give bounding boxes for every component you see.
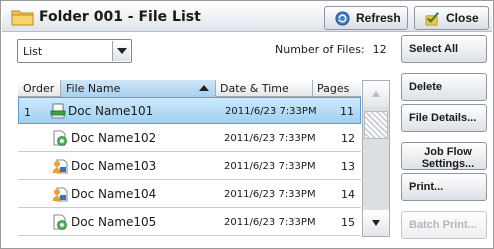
scroll-thumb[interactable] [364,111,388,139]
row-file-name: Doc Name104 [71,187,157,201]
batch-print-label: Batch Print... [409,219,477,231]
fax-document-icon [53,130,67,146]
table-row[interactable]: Doc Name105 2011/6/23 7:33PM 15 [18,209,361,236]
column-header-file-name-label: File Name [66,82,121,95]
refresh-icon [335,11,350,26]
row-file-name: Doc Name101 [68,104,154,118]
file-count-value: 12 [372,43,387,56]
person-document-icon [52,159,68,174]
job-flow-settings-button[interactable]: Job Flow Settings... [401,142,487,170]
row-file-name: Doc Name102 [71,131,157,145]
file-count: Number of Files: 12 [275,43,387,56]
row-pages: 13 [341,160,355,173]
view-mode-dropdown[interactable]: List [17,39,132,63]
refresh-button[interactable]: Refresh [324,6,408,30]
row-date-time: 2011/6/23 7:33PM [224,189,316,200]
row-date-time: 2011/6/23 7:33PM [224,133,316,144]
folder-icon [11,10,34,26]
file-details-button[interactable]: File Details... [401,104,487,132]
print-button[interactable]: Print... [401,173,487,201]
select-all-label: Select All [409,43,459,55]
file-table: Order File Name Date & Time Pages 1 Doc … [18,80,361,237]
row-date-time: 2011/6/23 7:33PM [224,161,316,172]
document-scan-icon [50,103,66,119]
row-pages: 12 [341,132,355,145]
delete-label: Delete [409,81,443,93]
close-label: Close [446,11,479,25]
column-header-file-name[interactable]: File Name [60,80,216,97]
arrow-up-icon [372,91,380,97]
fax-document-icon [53,214,67,230]
table-header: Order File Name Date & Time Pages [18,80,361,97]
close-button[interactable]: Close [414,6,489,30]
file-details-label: File Details... [409,112,477,124]
list-scrollbar[interactable] [362,80,390,237]
person-document-icon [52,187,68,202]
row-order: 1 [24,106,31,119]
column-header-pages[interactable]: Pages [313,80,361,97]
row-date-time: 2011/6/23 7:33PM [224,217,316,228]
table-row[interactable]: Doc Name103 2011/6/23 7:33PM 13 [18,153,361,180]
row-pages: 14 [341,188,355,201]
file-count-label: Number of Files: [275,43,365,56]
row-pages: 15 [341,216,355,229]
table-row[interactable]: Doc Name102 2011/6/23 7:33PM 12 [18,125,361,152]
row-pages: 11 [340,105,354,118]
arrow-down-icon [372,220,380,226]
table-row[interactable]: Doc Name104 2011/6/23 7:33PM 14 [18,181,361,208]
refresh-label: Refresh [356,11,401,25]
delete-button[interactable]: Delete [401,73,487,101]
column-header-date-time[interactable]: Date & Time [216,80,313,97]
batch-print-button: Batch Print... [401,211,487,239]
select-all-button[interactable]: Select All [401,35,487,63]
job-flow-settings-label: Job Flow Settings... [421,146,475,170]
scroll-down-button[interactable] [363,210,389,236]
chevron-down-icon[interactable] [112,41,130,61]
sort-ascending-icon [199,85,209,91]
row-file-name: Doc Name103 [71,159,157,173]
view-mode-value: List [23,45,43,58]
checkmark-icon [425,12,439,26]
row-date-time: 2011/6/23 7:33PM [225,106,317,117]
scroll-up-button[interactable] [363,81,389,107]
window-title: Folder 001 - File List [39,9,201,25]
title-bar: Folder 001 - File List Refresh Close [2,2,492,32]
column-header-order[interactable]: Order [18,80,60,97]
row-file-name: Doc Name105 [71,215,157,229]
file-list-window: Folder 001 - File List Refresh Close Lis… [0,0,494,249]
print-label: Print... [409,181,444,193]
table-row[interactable]: 1 Doc Name101 2011/6/23 7:33PM 11 [18,97,361,124]
